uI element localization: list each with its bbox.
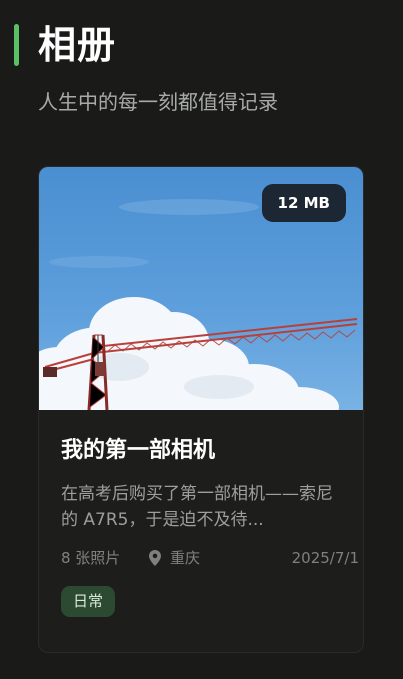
album-title[interactable]: 我的第一部相机	[61, 435, 341, 467]
page-title: 相册	[38, 23, 117, 67]
card-body: 我的第一部相机 在高考后购买了第一部相机——索尼的 A7R5，于是迫不及待...…	[39, 410, 363, 617]
album-page: 相册 人生中的每一刻都值得记录 12 MB 我的第一部相机 在高考后购买了第一部…	[0, 0, 403, 679]
album-card[interactable]: 12 MB 我的第一部相机 在高考后购买了第一部相机——索尼的 A7R5，于是迫…	[38, 166, 364, 653]
album-description: 在高考后购买了第一部相机——索尼的 A7R5，于是迫不及待...	[61, 484, 333, 530]
photo-count: 8 张照片	[61, 549, 121, 567]
album-location: 重庆	[149, 547, 200, 569]
title-accent-bar	[14, 24, 19, 66]
title-row: 相册	[14, 20, 389, 70]
album-date: 2025/7/1	[291, 549, 359, 567]
album-tag[interactable]: 日常	[61, 586, 116, 617]
location-label: 重庆	[170, 549, 201, 567]
file-size-badge: 12 MB	[261, 184, 346, 222]
map-pin-icon	[149, 550, 161, 566]
album-meta: 8 张照片 重庆 2025/7/1	[61, 547, 359, 569]
page-subtitle: 人生中的每一刻都值得记录	[38, 90, 278, 114]
album-cover-image[interactable]: 12 MB	[39, 167, 363, 410]
page-header: 相册 人生中的每一刻都值得记录	[14, 20, 389, 116]
